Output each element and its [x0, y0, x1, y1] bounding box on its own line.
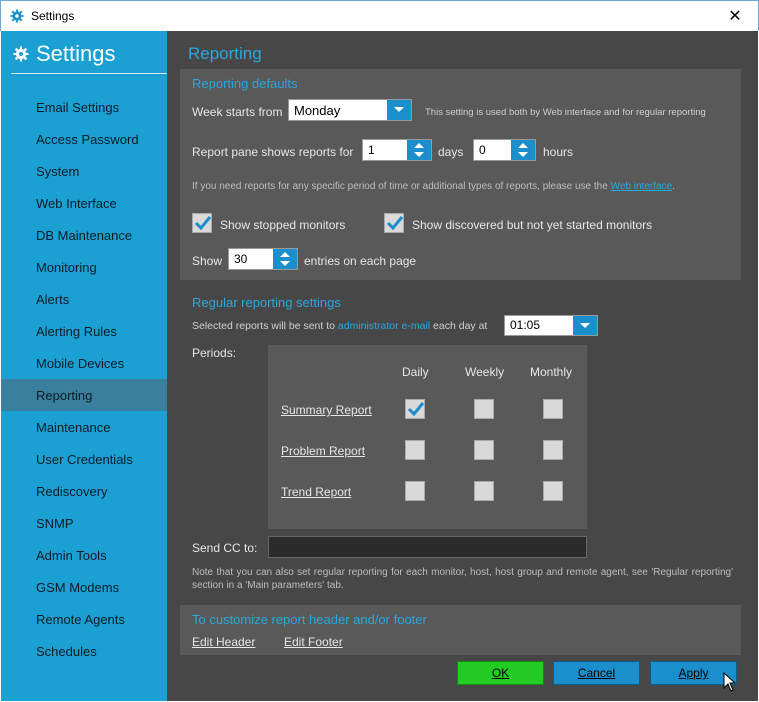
sidebar-item-rediscovery[interactable]: Rediscovery	[1, 475, 167, 507]
hint-suffix: .	[672, 181, 675, 192]
page-title: Reporting	[188, 44, 262, 63]
entries-stepper[interactable]: 30	[228, 248, 298, 270]
trend-report-link[interactable]: Trend Report	[281, 485, 351, 499]
hours-label: hours	[543, 145, 574, 159]
gear-icon	[13, 46, 29, 62]
periods-table: Daily Weekly Monthly Summary Report Prob…	[268, 345, 587, 529]
sidebar-item-web-interface[interactable]: Web Interface	[1, 187, 167, 219]
customize-panel: To customize report header and/or footer…	[180, 605, 741, 655]
hint-text: If you need reports for any specific per…	[192, 181, 608, 192]
week-start-select[interactable]: Monday	[288, 99, 412, 121]
column-weekly: Weekly	[465, 365, 505, 379]
reporting-defaults-title: Reporting defaults	[192, 76, 298, 91]
column-monthly: Monthly	[530, 365, 573, 379]
sidebar-header: Settings	[13, 41, 116, 67]
sidebar-item-system[interactable]: System	[1, 155, 167, 187]
week-starts-label: Week starts from	[192, 105, 283, 119]
trend-weekly-checkbox[interactable]	[474, 481, 494, 501]
show-discovered-checkbox[interactable]	[384, 213, 404, 233]
checkmark-icon	[407, 402, 425, 417]
summary-monthly-checkbox[interactable]	[543, 399, 563, 419]
sent-suffix: each day at	[433, 320, 488, 332]
sidebar-item-user-credentials[interactable]: User Credentials	[1, 443, 167, 475]
entries-value: 30	[234, 252, 248, 266]
sent-prefix: Selected reports will be sent to	[192, 320, 335, 332]
sidebar-item-monitoring[interactable]: Monitoring	[1, 251, 167, 283]
show-discovered-label: Show discovered but not yet started moni…	[412, 218, 653, 232]
reporting-defaults-panel: Reporting defaults Week starts from Mond…	[180, 69, 741, 280]
gear-icon	[10, 9, 24, 23]
hours-value: 0	[479, 143, 486, 157]
sidebar-item-gsm-modems[interactable]: GSM Modems	[1, 571, 167, 603]
cancel-button[interactable]: Cancel	[553, 661, 640, 685]
summary-daily-checkbox[interactable]	[405, 399, 425, 419]
sidebar-item-admin-tools[interactable]: Admin Tools	[1, 539, 167, 571]
web-interface-hint: If you need reports for any specific per…	[192, 181, 675, 192]
mouse-cursor-icon	[723, 672, 737, 692]
chevron-down-icon[interactable]	[387, 100, 411, 120]
week-start-note: This setting is used both by Web interfa…	[425, 107, 706, 118]
trend-monthly-checkbox[interactable]	[543, 481, 563, 501]
regular-reporting-title: Regular reporting settings	[192, 295, 341, 310]
spin-arrows-icon[interactable]	[511, 140, 535, 160]
sidebar-item-db-maintenance[interactable]: DB Maintenance	[1, 219, 167, 251]
sidebar-item-email-settings[interactable]: Email Settings	[1, 91, 167, 123]
problem-monthly-checkbox[interactable]	[543, 440, 563, 460]
checkmark-icon	[386, 216, 404, 231]
sidebar-item-alerts[interactable]: Alerts	[1, 283, 167, 315]
checkmark-icon	[194, 216, 212, 231]
title-bar: Settings ✕	[0, 0, 759, 31]
days-stepper[interactable]: 1	[362, 139, 432, 161]
send-time-select[interactable]: 01:05	[504, 315, 598, 336]
problem-report-link[interactable]: Problem Report	[281, 444, 365, 458]
edit-footer-link[interactable]: Edit Footer	[284, 635, 343, 649]
periods-label: Periods:	[192, 346, 237, 360]
send-cc-input[interactable]	[268, 536, 587, 558]
window-title: Settings	[31, 9, 75, 23]
entries-label: entries on each page	[304, 254, 417, 268]
trend-daily-checkbox[interactable]	[405, 481, 425, 501]
sidebar-item-maintenance[interactable]: Maintenance	[1, 411, 167, 443]
spin-arrows-icon[interactable]	[273, 249, 297, 269]
web-interface-link[interactable]: Web interface	[611, 181, 673, 192]
sidebar-item-reporting[interactable]: Reporting	[1, 379, 167, 411]
summary-report-link[interactable]: Summary Report	[281, 403, 372, 417]
main-content: Reporting Reporting defaults Week starts…	[167, 31, 758, 701]
send-time-value: 01:05	[510, 318, 541, 332]
sent-to-text: Selected reports will be sent to adminis…	[192, 320, 487, 332]
sidebar-item-access-password[interactable]: Access Password	[1, 123, 167, 155]
sidebar: Settings Email Settings Access Password …	[1, 31, 167, 701]
show-stopped-checkbox[interactable]	[192, 213, 212, 233]
show-stopped-label: Show stopped monitors	[220, 218, 346, 232]
sidebar-item-schedules[interactable]: Schedules	[1, 635, 167, 667]
spin-arrows-icon[interactable]	[407, 140, 431, 160]
sidebar-item-snmp[interactable]: SNMP	[1, 507, 167, 539]
hours-stepper[interactable]: 0	[473, 139, 536, 161]
customize-title: To customize report header and/or footer	[192, 612, 427, 627]
sidebar-item-alerting-rules[interactable]: Alerting Rules	[1, 315, 167, 347]
summary-weekly-checkbox[interactable]	[474, 399, 494, 419]
report-pane-label: Report pane shows reports for	[192, 145, 354, 159]
regular-reporting-note: Note that you can also set regular repor…	[192, 567, 733, 591]
chevron-down-icon[interactable]	[573, 316, 597, 335]
sidebar-title: Settings	[36, 41, 116, 66]
days-label: days	[438, 145, 464, 159]
sidebar-nav: Email Settings Access Password System We…	[1, 91, 167, 667]
sidebar-item-remote-agents[interactable]: Remote Agents	[1, 603, 167, 635]
problem-daily-checkbox[interactable]	[405, 440, 425, 460]
week-start-value: Monday	[294, 103, 341, 118]
edit-header-link[interactable]: Edit Header	[192, 635, 255, 649]
problem-weekly-checkbox[interactable]	[474, 440, 494, 460]
sidebar-divider	[11, 73, 167, 74]
send-cc-label: Send CC to:	[192, 541, 258, 555]
days-value: 1	[368, 143, 375, 157]
sidebar-item-mobile-devices[interactable]: Mobile Devices	[1, 347, 167, 379]
administrator-email-link[interactable]: administrator e-mail	[338, 320, 430, 332]
show-label: Show	[192, 254, 223, 268]
column-daily: Daily	[402, 365, 429, 379]
close-icon[interactable]: ✕	[712, 1, 758, 31]
ok-button[interactable]: OK	[457, 661, 544, 685]
